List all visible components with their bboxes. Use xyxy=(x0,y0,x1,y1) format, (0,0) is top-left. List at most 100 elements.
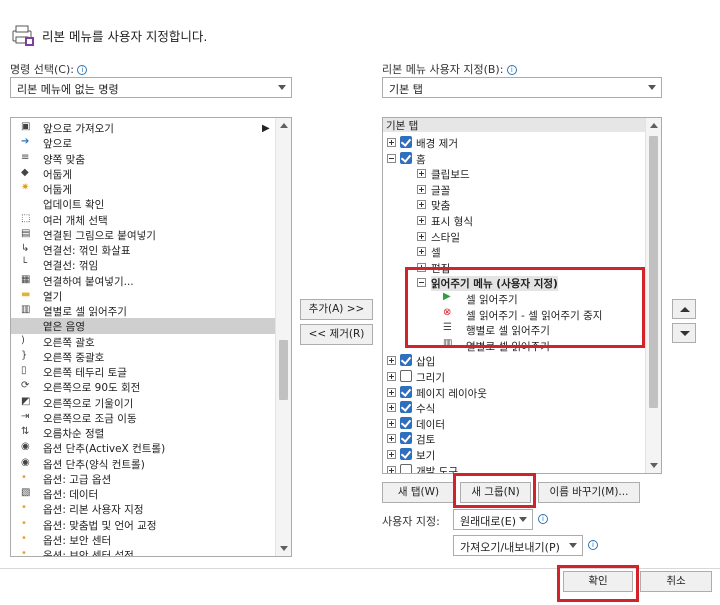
command-list-item[interactable]: • 옵션: 보안 센터 설정 xyxy=(11,547,275,556)
tab-checkbox[interactable] xyxy=(400,151,412,164)
tree-item[interactable]: 페이지 레이아웃 xyxy=(383,385,647,400)
tab-checkbox[interactable] xyxy=(400,432,412,445)
tree-item[interactable]: 홈 xyxy=(383,151,647,166)
command-list-item[interactable]: ⇥ 오른쪽으로 조금 이동 xyxy=(11,410,275,426)
expand-icon[interactable] xyxy=(387,403,396,413)
command-list-item[interactable]: ⟳ 오른쪽으로 90도 회전 xyxy=(11,379,275,395)
command-list-item[interactable]: } 오른쪽 중괄호 xyxy=(11,349,275,365)
command-source-value: 리본 메뉴에 없는 명령 xyxy=(17,83,119,96)
cancel-button[interactable]: 취소 xyxy=(640,571,712,592)
command-list-item[interactable]: ⬚ 여러 개체 선택 xyxy=(11,212,275,228)
command-list-item[interactable]: ↳ 연결선: 꺾인 화살표 xyxy=(11,242,275,258)
tree-item[interactable]: 클립보드 xyxy=(383,166,647,181)
command-list-item[interactable]: ▤ 연결된 그림으로 붙여넣기 xyxy=(11,227,275,243)
command-list-item[interactable]: ◉ 옵션 단추(양식 컨트롤) xyxy=(11,456,275,472)
expand-icon[interactable] xyxy=(417,231,426,241)
tree-item[interactable]: 보기 xyxy=(383,447,647,462)
command-list-item[interactable]: 옅은 음영 xyxy=(11,318,275,334)
command-list-item[interactable]: ▧ 옵션: 데이터 xyxy=(11,486,275,502)
tree-item[interactable]: 스타일 xyxy=(383,229,647,244)
command-list-item[interactable]: ◩ 오른쪽으로 기울이기 xyxy=(11,395,275,411)
command-list-scrollbar[interactable] xyxy=(275,118,291,556)
expand-icon[interactable] xyxy=(417,184,426,194)
command-list-item[interactable]: ◆ 어둡게 xyxy=(11,166,275,182)
scroll-down-icon[interactable] xyxy=(276,540,291,556)
reset-dropdown[interactable]: 원래대로(E) xyxy=(453,509,533,530)
command-list-item[interactable]: ▣ 앞으로 가져오기 xyxy=(11,120,275,136)
scroll-up-icon[interactable] xyxy=(646,118,661,134)
tree-item[interactable]: 데이터 xyxy=(383,416,647,431)
expand-icon[interactable] xyxy=(387,356,396,366)
expand-icon[interactable] xyxy=(387,465,396,473)
move-up-button[interactable] xyxy=(672,299,696,319)
command-list-item[interactable]: ▥ 열별로 셀 읽어주기 xyxy=(11,303,275,319)
add-button[interactable]: 추가(A) >> xyxy=(300,299,373,320)
tree-item[interactable]: 셀 xyxy=(383,244,647,259)
open-folder-icon: ▬ xyxy=(21,288,31,300)
tree-item[interactable]: 맞춤 xyxy=(383,197,647,212)
tab-checkbox[interactable] xyxy=(400,354,412,367)
remove-button[interactable]: << 제거(R) xyxy=(300,324,373,345)
command-list-item[interactable]: ≡ 양쪽 맞춤 xyxy=(11,151,275,167)
tab-checkbox[interactable] xyxy=(400,401,412,414)
collapse-icon[interactable] xyxy=(387,153,396,163)
command-list[interactable]: ▣ 앞으로 가져오기 ➔ 앞으로 ≡ 양쪽 맞춤 ◆ 어둡게 ✷ 어둡게 업데이트 확인 ⬚ 여러 개체… xyxy=(10,117,292,557)
expand-icon[interactable] xyxy=(387,372,396,381)
command-list-item[interactable]: ✷ 어둡게 xyxy=(11,181,275,197)
command-list-item[interactable]: ▯ 오른쪽 테두리 토글 xyxy=(11,364,275,380)
info-icon[interactable]: i xyxy=(77,65,88,75)
command-list-item[interactable]: ⇅ 오름차순 정렬 xyxy=(11,425,275,441)
ribbon-tree-scrollbar[interactable] xyxy=(645,118,661,473)
tree-item[interactable]: 그리기 xyxy=(383,369,647,384)
command-list-item[interactable]: └ 연결선: 꺾임 xyxy=(11,257,275,273)
scrollbar-thumb[interactable] xyxy=(279,340,288,400)
tree-item[interactable]: 검토 xyxy=(383,431,647,446)
rename-button[interactable]: 이름 바꾸기(M)... xyxy=(538,482,640,503)
tab-checkbox[interactable] xyxy=(400,463,412,473)
ribbon-tabs-dropdown[interactable]: 기본 탭 xyxy=(382,77,662,98)
info-icon[interactable]: i xyxy=(506,65,517,75)
command-label: 연결선: 꺾인 화살표 xyxy=(43,245,131,257)
command-list-item[interactable]: • 옵션: 맞춤법 및 언어 교정 xyxy=(11,517,275,533)
command-list-item[interactable]: ▬ 열기 xyxy=(11,288,275,304)
expand-icon[interactable] xyxy=(417,169,426,179)
new-tab-button[interactable]: 새 탭(W) xyxy=(382,482,455,503)
tab-checkbox[interactable] xyxy=(400,448,412,460)
move-down-button[interactable] xyxy=(672,323,696,343)
expand-icon[interactable] xyxy=(387,434,396,444)
command-source-dropdown[interactable]: 리본 메뉴에 없는 명령 xyxy=(10,77,292,98)
tree-item[interactable]: 글꼴 xyxy=(383,182,647,197)
command-list-item[interactable]: • 옵션: 보안 센터 xyxy=(11,532,275,548)
tab-checkbox[interactable] xyxy=(400,416,412,429)
expand-icon[interactable] xyxy=(387,418,396,428)
expand-icon[interactable] xyxy=(387,138,396,147)
command-list-item[interactable]: ) 오른쪽 괄호 xyxy=(11,334,275,350)
command-list-item[interactable]: ▦ 연결하여 붙여넣기... xyxy=(11,273,275,289)
command-list-item[interactable]: • 옵션: 고급 옵션 xyxy=(11,471,275,487)
info-icon[interactable]: i xyxy=(538,514,548,524)
expand-icon[interactable] xyxy=(387,450,396,459)
scroll-up-icon[interactable] xyxy=(276,118,291,134)
tree-header: 기본 탭 xyxy=(383,118,647,132)
command-list-item[interactable]: 업데이트 확인 xyxy=(11,196,275,212)
expand-icon[interactable] xyxy=(417,247,426,257)
tab-checkbox[interactable] xyxy=(400,136,412,148)
tab-checkbox[interactable] xyxy=(400,385,412,398)
command-list-item[interactable]: • 옵션: 리본 사용자 지정 xyxy=(11,501,275,517)
scroll-down-icon[interactable] xyxy=(646,457,661,473)
expand-icon[interactable] xyxy=(387,387,396,397)
import-export-dropdown[interactable]: 가져오기/내보내기(P) xyxy=(453,535,583,556)
expand-icon[interactable] xyxy=(417,200,426,210)
info-icon[interactable]: i xyxy=(588,540,598,550)
tree-item[interactable]: 표시 형식 xyxy=(383,213,647,228)
ribbon-customize-label: 리본 메뉴 사용자 지정(B): i xyxy=(382,61,517,77)
tree-item[interactable]: 배경 제거 xyxy=(383,135,647,150)
tab-checkbox[interactable] xyxy=(400,370,412,382)
command-label: 오른쪽으로 조금 이동 xyxy=(43,412,137,425)
command-list-item[interactable]: ◉ 옵션 단추(ActiveX 컨트롤) xyxy=(11,440,275,456)
tree-item[interactable]: 수식 xyxy=(383,400,647,415)
command-list-item[interactable]: ➔ 앞으로 xyxy=(11,135,275,151)
expand-icon[interactable] xyxy=(417,216,426,225)
tree-item[interactable]: 삽입 xyxy=(383,353,647,368)
scrollbar-thumb[interactable] xyxy=(649,136,658,408)
